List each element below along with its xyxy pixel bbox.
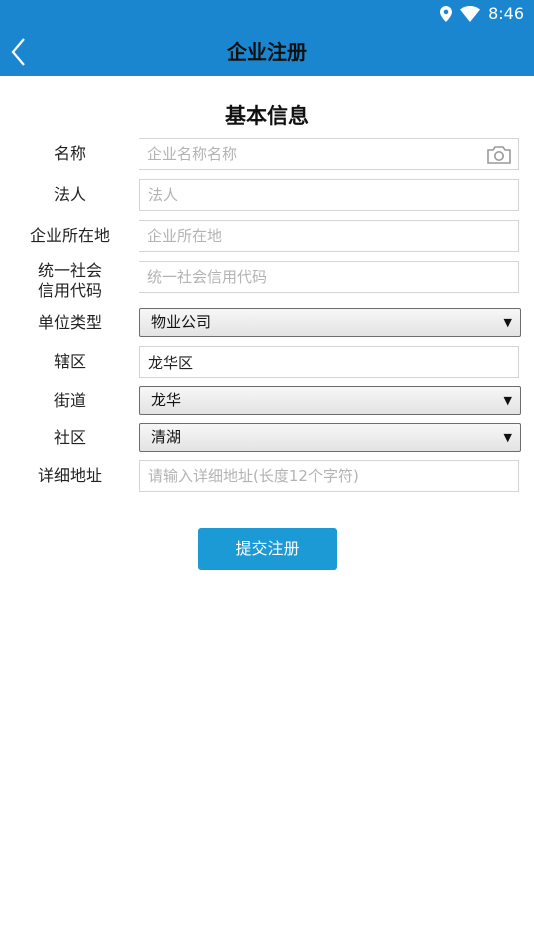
credit-code-label: 统一社会 信用代码 (14, 261, 126, 301)
unit-type-label: 单位类型 (37, 313, 102, 332)
street-select[interactable]: 龙华 ▼ (139, 386, 521, 415)
location-input[interactable] (139, 221, 518, 251)
district-input[interactable] (140, 347, 518, 377)
name-label: 名称 (53, 144, 86, 163)
status-icons: 8:46 (440, 3, 524, 25)
community-label: 社区 (53, 428, 86, 447)
triangle-down-icon: ▼ (503, 394, 512, 407)
street-value: 龙华 (151, 391, 182, 409)
location-field-box (139, 220, 519, 252)
unit-type-select[interactable]: 物业公司 ▼ (139, 308, 521, 337)
location-pin-icon (440, 6, 453, 22)
credit-code-field-box (139, 261, 519, 293)
section-title: 基本信息 (225, 104, 309, 128)
legal-person-label: 法人 (53, 185, 86, 204)
app-bar: 企业注册 (0, 28, 534, 76)
legal-person-input[interactable] (140, 180, 518, 210)
name-input[interactable] (139, 139, 518, 169)
community-value: 清湖 (151, 428, 182, 446)
status-time: 8:46 (488, 4, 524, 23)
camera-icon[interactable] (486, 145, 512, 165)
address-field-box (139, 460, 519, 492)
location-label: 企业所在地 (29, 226, 110, 245)
district-field-box (139, 346, 519, 378)
triangle-down-icon: ▼ (503, 316, 512, 329)
address-input[interactable] (140, 461, 518, 491)
credit-code-label-line1: 统一社会 (37, 261, 102, 280)
unit-type-value: 物业公司 (151, 313, 212, 331)
wifi-icon (460, 6, 481, 22)
community-select[interactable]: 清湖 ▼ (139, 423, 521, 452)
legal-person-field-box (139, 179, 519, 211)
page-title: 企业注册 (227, 40, 307, 64)
credit-code-label-line2: 信用代码 (37, 281, 102, 300)
triangle-down-icon: ▼ (503, 431, 512, 444)
district-label: 辖区 (53, 352, 86, 371)
credit-code-input[interactable] (139, 262, 518, 292)
status-bar: 8:46 (0, 0, 534, 28)
submit-register-button[interactable]: 提交注册 (198, 528, 337, 570)
name-field-box (139, 138, 519, 170)
street-label: 街道 (53, 391, 86, 410)
address-label: 详细地址 (37, 466, 102, 485)
